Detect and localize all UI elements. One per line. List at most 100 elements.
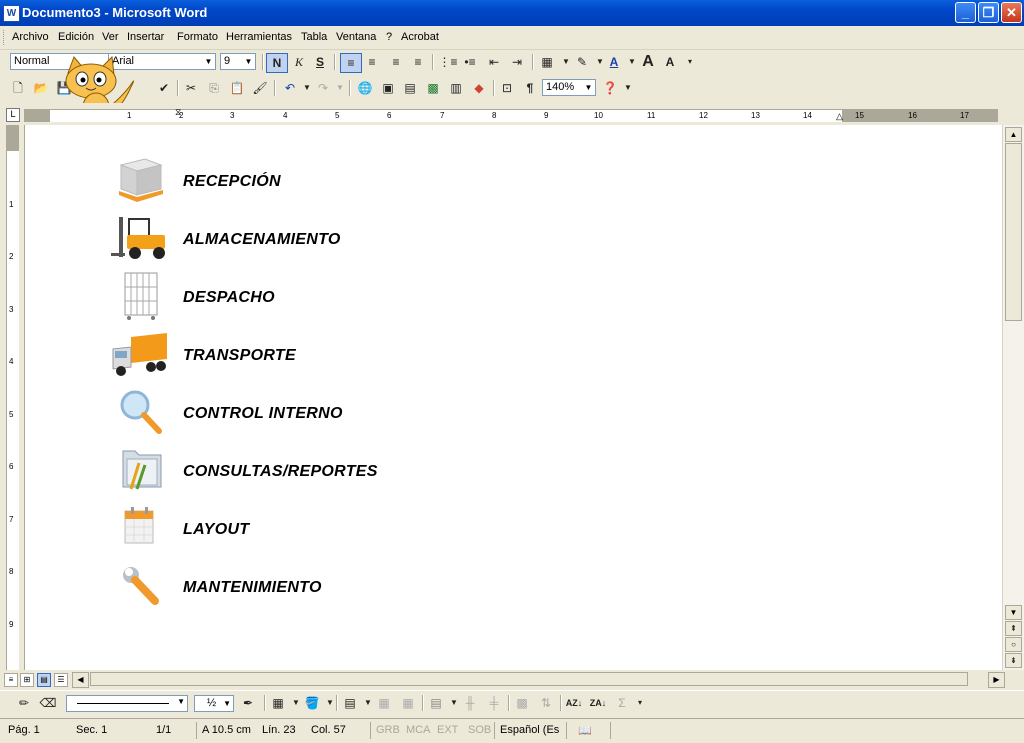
status-language[interactable]: Español (Es bbox=[500, 724, 559, 736]
new-document-icon[interactable]: 🗋 bbox=[8, 79, 28, 97]
chevron-down-icon[interactable]: ▼ bbox=[618, 79, 638, 97]
scroll-down-button[interactable]: ▼ bbox=[1005, 605, 1022, 620]
chevron-down-icon[interactable]: ▼ bbox=[330, 79, 350, 97]
increase-indent-icon[interactable]: ⇥ bbox=[507, 53, 527, 71]
web-view-button[interactable]: ⊞ bbox=[20, 673, 34, 687]
next-page-button[interactable]: ⇟ bbox=[1005, 653, 1022, 668]
highlight-icon[interactable]: ✎ bbox=[572, 53, 592, 71]
paste-icon[interactable]: 📋 bbox=[227, 79, 247, 97]
status-record[interactable]: GRB bbox=[376, 724, 400, 736]
decrease-indent-icon[interactable]: ⇤ bbox=[484, 53, 504, 71]
print-layout-button[interactable]: ▤ bbox=[37, 673, 51, 687]
shrink-font-icon[interactable]: A bbox=[660, 53, 680, 71]
normal-view-button[interactable]: ≡ bbox=[4, 673, 18, 687]
drawing-icon[interactable]: ◆ bbox=[469, 79, 489, 97]
menu-edicion[interactable]: Edición bbox=[58, 31, 94, 43]
horizontal-ruler[interactable]: L 1 2 3 4 5 6 7 8 9 10 11 12 13 14 15 16… bbox=[0, 103, 1024, 125]
spelling-status-icon[interactable]: 📖 bbox=[578, 724, 592, 737]
document-page[interactable]: RECEPCIÓN ALMACENAMIENTO DESPACHO TRANSP… bbox=[24, 125, 1003, 670]
bold-button[interactable]: N bbox=[266, 53, 288, 73]
chevron-down-icon[interactable]: ▼ bbox=[223, 696, 231, 711]
zoom-combo[interactable]: 140% ▼ bbox=[542, 79, 596, 96]
chevron-down-icon[interactable]: ▼ bbox=[242, 54, 255, 69]
close-button[interactable]: ✕ bbox=[1001, 2, 1022, 23]
scroll-right-button[interactable]: ▶ bbox=[988, 672, 1005, 688]
borders-icon[interactable]: ▦ bbox=[537, 53, 557, 71]
scroll-left-button[interactable]: ◀ bbox=[72, 672, 89, 688]
align-left-icon[interactable]: ≡ bbox=[340, 53, 362, 73]
hyperlink-globe-icon[interactable]: 🌐 bbox=[355, 79, 375, 97]
bulleted-list-icon[interactable]: •≡ bbox=[460, 53, 480, 71]
scroll-thumb[interactable] bbox=[1005, 143, 1022, 321]
merge-cells-icon[interactable]: ▦ bbox=[374, 694, 394, 712]
draw-pencil-icon[interactable]: ✏ bbox=[14, 694, 34, 712]
format-painter-icon[interactable]: 🖌 bbox=[250, 79, 270, 97]
menu-herramientas[interactable]: Herramientas bbox=[226, 31, 292, 43]
help-icon[interactable]: ❓ bbox=[600, 79, 620, 97]
outside-borders-icon[interactable]: ▦ bbox=[268, 694, 288, 712]
autosum-icon[interactable]: Σ bbox=[612, 694, 632, 712]
insert-excel-icon[interactable]: ▩ bbox=[423, 79, 443, 97]
justify-icon[interactable]: ≡ bbox=[408, 53, 428, 71]
right-indent-marker-icon[interactable]: △ bbox=[836, 111, 843, 122]
menu-archivo[interactable]: Archivo bbox=[12, 31, 49, 43]
line-style-combo[interactable]: ▼ bbox=[66, 695, 188, 712]
horizontal-scroll-thumb[interactable] bbox=[90, 672, 968, 686]
distribute-rows-icon[interactable]: ╫ bbox=[460, 694, 480, 712]
show-hide-icon[interactable]: ¶ bbox=[520, 79, 540, 97]
document-map-icon[interactable]: ⊡ bbox=[497, 79, 517, 97]
line-weight-combo[interactable]: ½ ▼ bbox=[194, 695, 234, 712]
shading-color-icon[interactable]: 🪣 bbox=[302, 694, 322, 712]
chevron-down-icon[interactable]: ▼ bbox=[202, 54, 215, 69]
font-size-combo[interactable]: 9 ▼ bbox=[220, 53, 256, 70]
tables-borders-icon[interactable]: ▣ bbox=[378, 79, 398, 97]
numbered-list-icon[interactable]: ⋮≡ bbox=[438, 53, 458, 71]
menu-help[interactable]: ? bbox=[386, 31, 392, 43]
menu-ver[interactable]: Ver bbox=[102, 31, 119, 43]
align-right-icon[interactable]: ≡ bbox=[386, 53, 406, 71]
table-autoformat-icon[interactable]: ▩ bbox=[512, 694, 532, 712]
spelling-icon[interactable]: ✔ bbox=[154, 79, 174, 97]
select-browse-object-button[interactable]: ○ bbox=[1005, 637, 1022, 652]
toolbar-grip[interactable] bbox=[3, 30, 7, 45]
restore-button[interactable]: ❐ bbox=[978, 2, 999, 23]
status-overtype[interactable]: SOB bbox=[468, 724, 491, 736]
chevron-down-icon[interactable]: ▼ bbox=[582, 80, 595, 95]
menu-insertar[interactable]: Insertar bbox=[127, 31, 164, 43]
menu-tabla[interactable]: Tabla bbox=[301, 31, 327, 43]
align-cell-icon[interactable]: ▤ bbox=[426, 694, 446, 712]
open-folder-icon[interactable]: 📂 bbox=[31, 79, 51, 97]
font-color-icon[interactable]: A bbox=[604, 53, 624, 71]
vertical-ruler[interactable]: 1 2 3 4 5 6 7 8 9 bbox=[0, 125, 22, 670]
italic-button[interactable]: K bbox=[289, 53, 309, 71]
vertical-scrollbar[interactable]: ▲ ▼ ⇞ ○ ⇟ bbox=[1002, 125, 1024, 670]
chevron-down-icon[interactable]: ▼ bbox=[177, 697, 185, 706]
text-direction-icon[interactable]: ⇅ bbox=[536, 694, 556, 712]
menu-acrobat[interactable]: Acrobat bbox=[401, 31, 439, 43]
border-color-icon[interactable]: ✒ bbox=[238, 694, 258, 712]
scroll-up-button[interactable]: ▲ bbox=[1005, 127, 1022, 142]
insert-table-icon[interactable]: ▤ bbox=[340, 694, 360, 712]
horizontal-scrollbar[interactable]: ≡ ⊞ ▤ ☰ ◀ ▶ bbox=[0, 670, 1024, 688]
distribute-columns-icon[interactable]: ╪ bbox=[484, 694, 504, 712]
copy-icon[interactable]: ⎘ bbox=[204, 79, 224, 97]
status-track-changes[interactable]: MCA bbox=[406, 724, 430, 736]
menu-ventana[interactable]: Ventana bbox=[336, 31, 376, 43]
cut-icon[interactable]: ✂ bbox=[181, 79, 201, 97]
word-app-icon[interactable]: W bbox=[3, 5, 20, 22]
sort-ascending-icon[interactable]: AZ↓ bbox=[564, 694, 584, 712]
tab-selector-icon[interactable]: L bbox=[6, 108, 20, 122]
indent-marker-icon[interactable]: ⧖ bbox=[175, 107, 181, 118]
previous-page-button[interactable]: ⇞ bbox=[1005, 621, 1022, 636]
grow-font-icon[interactable]: A bbox=[638, 53, 658, 71]
toolbar-options-icon[interactable]: ▾ bbox=[630, 694, 650, 712]
align-center-icon[interactable]: ≡ bbox=[362, 53, 382, 71]
sort-descending-icon[interactable]: ZA↓ bbox=[588, 694, 608, 712]
underline-button[interactable]: S bbox=[310, 53, 330, 71]
status-extend[interactable]: EXT bbox=[437, 724, 458, 736]
toolbar-options-icon[interactable]: ▾ bbox=[680, 53, 700, 71]
menu-formato[interactable]: Formato bbox=[177, 31, 218, 43]
eraser-icon[interactable]: ⌫ bbox=[38, 694, 58, 712]
columns-icon[interactable]: ▥ bbox=[446, 79, 466, 97]
minimize-button[interactable]: _ bbox=[955, 2, 976, 23]
